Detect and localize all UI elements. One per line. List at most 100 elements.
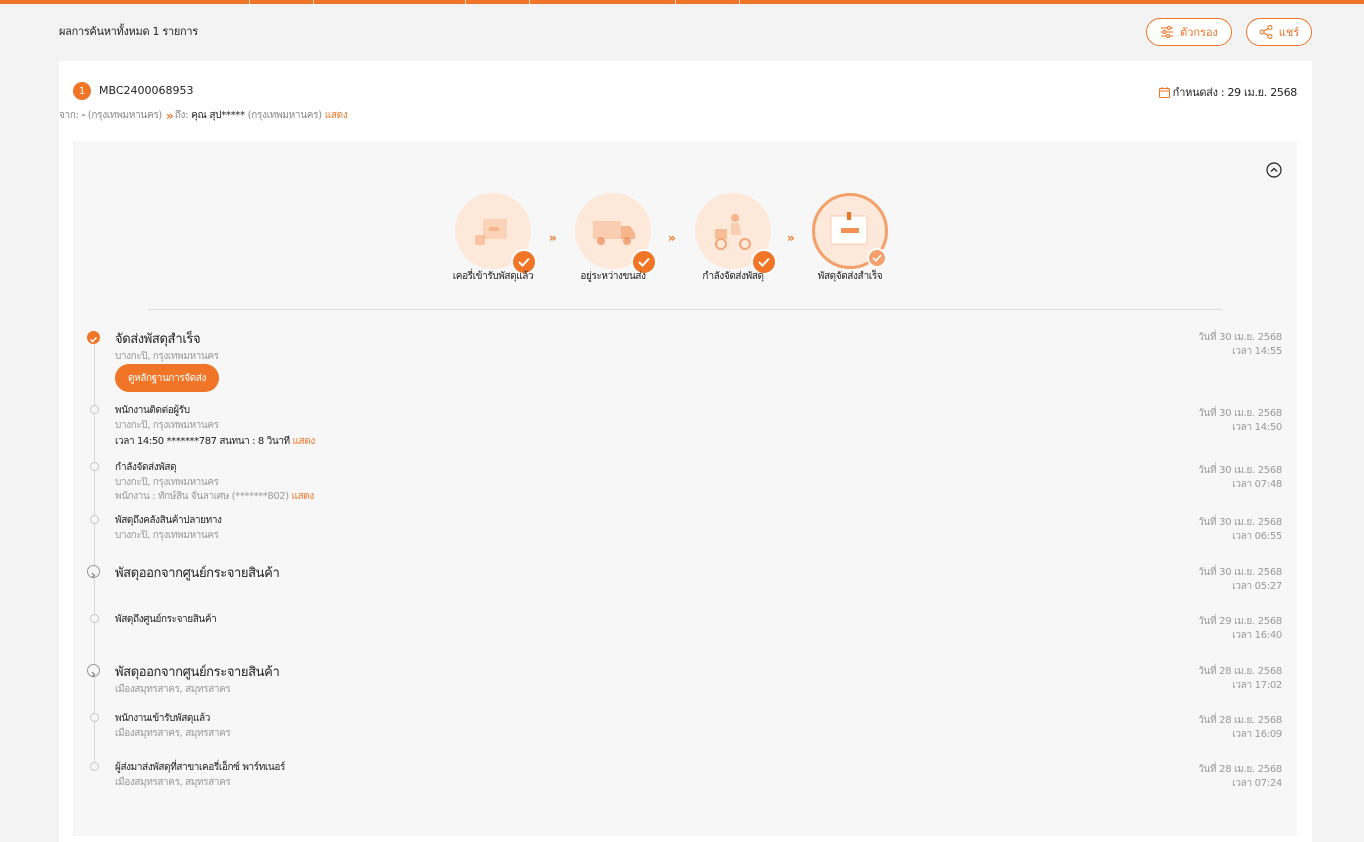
event-location: บางกะปิ, กรุงเทพมหานคร	[115, 351, 219, 362]
motorbike-courier-icon	[695, 193, 777, 275]
event-date: วันที่ 28 เม.ย. 2568	[1198, 715, 1282, 726]
show-recipient-link[interactable]: แสดง	[325, 108, 348, 123]
event-title: พัสดุถึงศูนย์กระจายสินค้า	[115, 614, 217, 625]
from-label: จาก:	[59, 110, 79, 121]
timeline-dot	[90, 713, 99, 722]
event-datetime: วันที่ 28 เม.ย. 2568 เวลา 16:09	[1198, 714, 1282, 742]
event-datetime: วันที่ 29 เม.ย. 2568 เวลา 16:40	[1198, 615, 1282, 643]
top-bar-divider	[529, 0, 530, 4]
show-courier-link[interactable]: แสดง	[292, 491, 315, 502]
step-in-transit: อยู่ระหว่างขนส่ง	[573, 193, 657, 282]
parcel-index-badge: 1	[73, 82, 91, 100]
event-location: บางกะปิ, กรุงเทพมหานคร	[115, 420, 219, 431]
double-chevron-icon: »	[787, 231, 795, 245]
expand-chevron-icon[interactable]	[87, 565, 100, 579]
calendar-icon	[1158, 86, 1170, 98]
courier-pickup-icon	[455, 193, 537, 275]
share-button[interactable]: แชร์	[1246, 18, 1312, 46]
step-delivered: พัสดุจัดส่งสำเร็จ	[810, 193, 890, 282]
event-time: เวลา 07:24	[1232, 778, 1282, 789]
filter-button[interactable]: ตัวกรอง	[1146, 18, 1232, 46]
event-time: เวลา 16:09	[1232, 729, 1282, 740]
event-time: เวลา 07:48	[1232, 479, 1282, 490]
event-location: เมืองสมุทรสาคร, สมุทรสาคร	[115, 684, 231, 695]
from-name: -	[81, 110, 86, 121]
tracking-number: MBC2400068953	[99, 84, 194, 97]
event-datetime: วันที่ 30 เม.ย. 2568 เวลา 07:48	[1198, 464, 1282, 492]
to-name: คุณ สุป*****	[191, 110, 245, 121]
event-time: เวลา 06:55	[1232, 531, 1282, 542]
due-date-text: กำหนดส่ง : 29 เม.ย. 2568	[1172, 86, 1298, 99]
event-date: วันที่ 30 เม.ย. 2568	[1198, 517, 1282, 528]
event-datetime: วันที่ 28 เม.ย. 2568 เวลา 17:02	[1198, 665, 1282, 693]
share-icon	[1259, 25, 1273, 39]
double-chevron-icon: »	[668, 231, 676, 245]
event-date: วันที่ 30 เม.ย. 2568	[1198, 567, 1282, 578]
event-location: เมืองสมุทรสาคร, สมุทรสาคร	[115, 777, 231, 788]
top-bar-divider	[739, 0, 740, 4]
event-title: พัสดุออกจากศูนย์กระจายสินค้า	[115, 566, 280, 581]
check-icon	[867, 248, 887, 268]
timeline-dot	[90, 614, 99, 623]
event-title: จัดส่งพัสดุสำเร็จ	[115, 332, 201, 347]
to-place: (กรุงเทพมหานคร)	[247, 110, 323, 121]
due-date: กำหนดส่ง : 29 เม.ย. 2568	[1158, 83, 1298, 101]
event-datetime: วันที่ 30 เม.ย. 2568 เวลา 14:55	[1198, 331, 1282, 359]
event-time: เวลา 14:55	[1232, 346, 1282, 357]
check-circle-icon	[87, 331, 100, 344]
top-accent-bar	[0, 0, 1364, 4]
to-label: ถึง:	[174, 110, 189, 121]
event-title: ผู้ส่งมาส่งพัสดุที่สาขาเคอรี่เอ็กซ์ พาร์…	[115, 762, 285, 773]
delivery-truck-icon	[575, 193, 657, 275]
event-datetime: วันที่ 30 เม.ย. 2568 เวลา 05:27	[1198, 566, 1282, 594]
event-courier-detail: พนักงาน : ทักษ์สิน จันลาเศษ (*******802)…	[115, 489, 314, 504]
double-chevron-icon: »	[166, 108, 174, 123]
tracking-panel: เคอรี่เข้ารับพัสดุแล้ว » อยู่ระหว่างขนส่…	[73, 141, 1297, 836]
step-picked-up: เคอรี่เข้ารับพัสดุแล้ว	[453, 193, 537, 282]
step-label: พัสดุจัดส่งสำเร็จ	[817, 271, 883, 282]
filter-sliders-icon	[1161, 25, 1174, 39]
result-count: ผลการค้นหาทั้งหมด 1 รายการ	[59, 25, 198, 38]
filter-label: ตัวกรอง	[1180, 26, 1218, 39]
timeline-dot	[90, 762, 99, 771]
expand-chevron-icon[interactable]	[87, 664, 100, 678]
event-date: วันที่ 29 เม.ย. 2568	[1198, 616, 1282, 627]
event-time: เวลา 05:27	[1232, 581, 1282, 592]
step-label: เคอรี่เข้ารับพัสดุแล้ว	[452, 271, 534, 282]
delivered-box-icon	[812, 193, 888, 269]
double-chevron-icon: »	[549, 231, 557, 245]
event-time: เวลา 16:40	[1232, 630, 1282, 641]
top-bar-divider	[249, 0, 250, 4]
call-detail-text: เวลา 14:50 *******787 สนทนา : 8 วินาที	[115, 436, 290, 447]
top-bar-divider	[675, 0, 676, 4]
route-info: จาก: - (กรุงเทพมหานคร) » ถึง: คุณ สุป***…	[59, 108, 348, 123]
event-title: กำลังจัดส่งพัสดุ	[115, 462, 177, 473]
event-title: พนักงานติดต่อผู้รับ	[115, 405, 190, 416]
event-title: พัสดุถึงคลังสินค้าปลายทาง	[115, 515, 222, 526]
courier-detail-text: พนักงาน : ทักษ์สิน จันลาเศษ (*******802)	[115, 491, 289, 502]
chevron-up-circle-icon[interactable]	[1266, 162, 1282, 178]
from-place: (กรุงเทพมหานคร)	[87, 110, 163, 121]
top-bar-divider	[465, 0, 466, 4]
event-title: พนักงานเข้ารับพัสดุแล้ว	[115, 713, 210, 724]
event-location: บางกะปิ, กรุงเทพมหานคร	[115, 530, 219, 541]
event-time: เวลา 17:02	[1232, 680, 1282, 691]
timeline-line	[94, 337, 95, 767]
event-date: วันที่ 28 เม.ย. 2568	[1198, 666, 1282, 677]
timeline-dot	[90, 405, 99, 414]
event-location: เมืองสมุทรสาคร, สมุทรสาคร	[115, 728, 231, 739]
step-out-for-delivery: กำลังจัดส่งพัสดุ	[693, 193, 777, 282]
divider	[148, 309, 1222, 310]
event-date: วันที่ 30 เม.ย. 2568	[1198, 465, 1282, 476]
event-date: วันที่ 30 เม.ย. 2568	[1198, 332, 1282, 343]
step-label: อยู่ระหว่างขนส่ง	[580, 271, 646, 282]
event-time: เวลา 14:50	[1232, 422, 1282, 433]
view-proof-button[interactable]: ดูหลักฐานการจัดส่ง	[115, 364, 220, 392]
event-location: บางกะปิ, กรุงเทพมหานคร	[115, 477, 219, 488]
timeline-dot	[90, 462, 99, 471]
top-bar-divider	[313, 0, 314, 4]
show-call-link[interactable]: แสดง	[293, 436, 316, 447]
event-date: วันที่ 30 เม.ย. 2568	[1198, 408, 1282, 419]
event-datetime: วันที่ 28 เม.ย. 2568 เวลา 07:24	[1198, 763, 1282, 791]
parcel-card: 1 MBC2400068953 กำหนดส่ง : 29 เม.ย. 2568…	[59, 61, 1312, 842]
